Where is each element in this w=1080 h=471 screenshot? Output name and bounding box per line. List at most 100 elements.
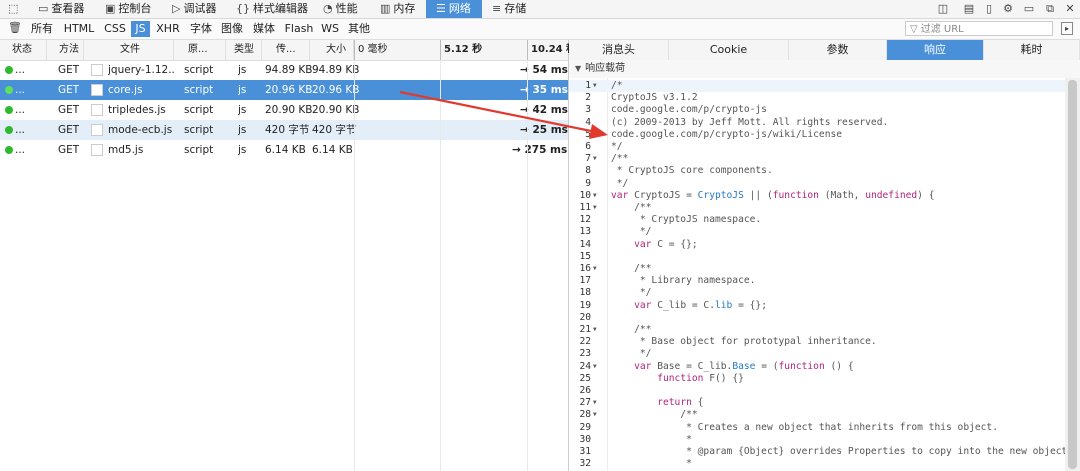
code-line: 31 * @param {Object} overrides Propertie… xyxy=(569,446,1065,458)
close-icon[interactable]: ✕ xyxy=(1063,1,1077,16)
fold-arrow-icon[interactable]: ▼ xyxy=(593,324,597,336)
code-line: 5 code.google.com/p/crypto-js/wiki/Licens… xyxy=(569,129,1065,141)
persist-toggle-icon[interactable]: ▸ xyxy=(1061,22,1073,35)
screenshot-icon[interactable]: ▯ xyxy=(982,1,996,16)
code-text: (c) 2009-2013 by Jeff Mott. All rights r… xyxy=(611,116,889,128)
dock-side-icon[interactable]: ▭ xyxy=(1022,1,1036,16)
filter-all[interactable]: 所有 xyxy=(28,21,56,37)
fold-arrow-icon[interactable]: ▼ xyxy=(593,80,597,92)
responsive-design-icon[interactable]: ▤ xyxy=(962,1,976,16)
line-number: 6 xyxy=(585,141,591,152)
request-row-3[interactable]: ... GET mode-ecb.js script js 420 字节 420… xyxy=(0,120,568,140)
pick-element-button[interactable]: ⬚ xyxy=(8,0,21,18)
fold-arrow-icon[interactable]: ▼ xyxy=(593,409,597,421)
fold-arrow-icon[interactable]: ▼ xyxy=(593,397,597,409)
code-line: 13 */ xyxy=(569,226,1065,238)
request-row-1[interactable]: ... GET core.js script js 20.96 KB 20.96… xyxy=(0,80,568,100)
tab-headers[interactable]: 消息头 xyxy=(569,40,669,60)
code-line: 8 * CryptoJS core components. xyxy=(569,165,1065,177)
tab-console-label: 控制台 xyxy=(118,2,152,15)
fold-arrow-icon[interactable]: ▼ xyxy=(593,202,597,214)
status-ok-icon xyxy=(5,146,13,154)
col-type[interactable]: 类型 xyxy=(226,40,262,60)
tab-timings[interactable]: 耗时 xyxy=(984,40,1080,60)
fold-arrow-icon[interactable]: ▼ xyxy=(593,263,597,275)
filter-ws[interactable]: WS xyxy=(319,21,341,37)
fold-arrow-icon[interactable]: ▼ xyxy=(593,361,597,373)
response-code-viewer[interactable]: 1 ▼/* 2 CryptoJS v3.1.2 3 code.google.com/p/c… xyxy=(569,78,1065,471)
col-cause[interactable]: 原... xyxy=(174,40,226,60)
code-text: */ xyxy=(611,287,652,299)
tab-performance[interactable]: ◔ 性能 xyxy=(323,0,358,18)
request-row-4[interactable]: ... GET md5.js script js 6.14 KB 6.14 KB… xyxy=(0,140,568,160)
tab-style-editor[interactable]: {} 样式编辑器 xyxy=(236,0,308,18)
tab-memory[interactable]: ▥ 内存 xyxy=(380,0,415,18)
tab-network[interactable]: ☰ 网络 xyxy=(426,0,482,18)
code-line: 15 xyxy=(569,251,1065,263)
code-line: 18 */ xyxy=(569,287,1065,299)
col-method[interactable]: 方法 xyxy=(47,40,84,60)
code-scrollbar[interactable] xyxy=(1065,78,1080,471)
filter-css[interactable]: CSS xyxy=(101,21,129,37)
filter-images[interactable]: 图像 xyxy=(218,21,246,37)
tab-params[interactable]: 参数 xyxy=(789,40,887,60)
filter-flash[interactable]: Flash xyxy=(282,21,316,37)
code-text: * xyxy=(611,458,692,470)
split-console-icon[interactable]: ◫ xyxy=(936,1,950,16)
tab-response[interactable]: 响应 xyxy=(887,40,984,60)
tab-debugger[interactable]: ▷ 调试器 xyxy=(172,0,216,18)
col-transferred[interactable]: 传... xyxy=(262,40,310,60)
code-text: * @param {Object} overrides Properties t… xyxy=(611,446,1065,457)
code-line: 22 * Base object for prototypal inherita… xyxy=(569,336,1065,348)
url-filter-input[interactable]: ▽ 过滤 URL xyxy=(905,21,1053,36)
line-number: 7 xyxy=(585,153,591,165)
request-file: tripledes.js xyxy=(108,104,166,116)
code-line: 14 var C = {}; xyxy=(569,239,1065,251)
dock-window-icon[interactable]: ⧉ xyxy=(1043,1,1057,16)
code-text: /** xyxy=(611,153,629,165)
filter-fonts[interactable]: 字体 xyxy=(187,21,215,37)
request-size: 6.14 KB xyxy=(312,144,353,156)
col-size[interactable]: 大小 xyxy=(310,40,354,60)
request-size: 94.89 KB xyxy=(312,64,360,76)
col-status[interactable]: 状态 xyxy=(0,40,47,60)
tab-inspector[interactable]: ▭ 查看器 xyxy=(38,0,84,18)
file-icon xyxy=(91,84,103,96)
code-line: 12 * CryptoJS namespace. xyxy=(569,214,1065,226)
filter-media[interactable]: 媒体 xyxy=(250,21,278,37)
request-method: GET xyxy=(58,124,80,136)
request-method: GET xyxy=(58,64,80,76)
fold-arrow-icon[interactable]: ▼ xyxy=(593,190,597,202)
code-line: 10 ▼ var CryptoJS = CryptoJS || (function … xyxy=(569,190,1065,202)
code-line: 26 xyxy=(569,385,1065,397)
fold-arrow-icon[interactable]: ▼ xyxy=(593,153,597,165)
code-text: var Base = C_lib.Base = (function () { xyxy=(634,360,854,372)
filter-funnel-icon: ▽ xyxy=(910,24,918,35)
request-row-2[interactable]: ... GET tripledes.js script js 20.90 KB … xyxy=(0,100,568,120)
filter-other[interactable]: 其他 xyxy=(345,21,373,37)
scrollbar-thumb[interactable] xyxy=(1068,80,1077,469)
code-line: 6 */ xyxy=(569,141,1065,153)
file-icon xyxy=(91,124,103,136)
timeline-gridline xyxy=(440,60,441,471)
tab-console[interactable]: ▣ 控制台 xyxy=(105,0,151,18)
line-number: 29 xyxy=(579,421,591,433)
tab-storage[interactable]: ≡ 存储 xyxy=(492,0,526,18)
filter-xhr[interactable]: XHR xyxy=(153,21,183,37)
clear-trash-icon[interactable]: 🗑 xyxy=(8,21,22,34)
code-line: 24 ▼ var Base = C_lib.Base = (function ()… xyxy=(569,361,1065,373)
request-status: ... xyxy=(15,124,26,136)
filter-html[interactable]: HTML xyxy=(60,21,98,37)
request-method: GET xyxy=(58,144,80,156)
settings-gear-icon[interactable]: ⚙ xyxy=(1001,1,1015,16)
request-method: GET xyxy=(58,104,80,116)
request-status: ... xyxy=(15,84,26,96)
col-file[interactable]: 文件 xyxy=(84,40,174,60)
tab-cookies[interactable]: Cookie xyxy=(669,40,789,60)
tab-storage-label: 存储 xyxy=(504,2,527,15)
code-line: 32 * xyxy=(569,458,1065,470)
filter-js[interactable]: JS xyxy=(131,21,150,37)
response-payload-header[interactable]: ▼ 响应载荷 xyxy=(569,60,1080,78)
request-row-0[interactable]: ... GET jquery-1.12.... script js 94.89 … xyxy=(0,60,568,80)
line-number: 21 xyxy=(579,324,591,335)
